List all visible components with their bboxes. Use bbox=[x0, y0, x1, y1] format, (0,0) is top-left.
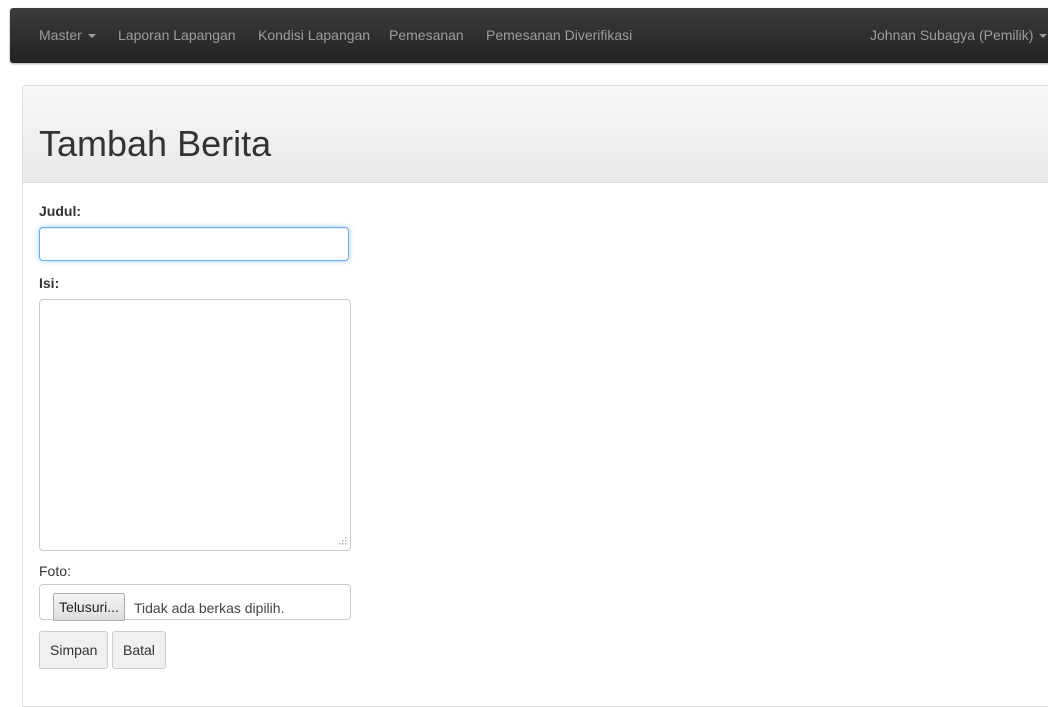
nav-item-pemesanan[interactable]: Pemesanan bbox=[389, 8, 464, 63]
foto-label: Foto: bbox=[39, 563, 71, 579]
user-menu[interactable]: Johnan Subagya (Pemilik) bbox=[870, 8, 1048, 63]
nav-item-pemesanan-diverifikasi[interactable]: Pemesanan Diverifikasi bbox=[486, 8, 632, 63]
foto-file-input[interactable]: Telusuri... Tidak ada berkas dipilih. bbox=[39, 584, 351, 621]
isi-label: Isi: bbox=[39, 275, 60, 291]
file-status: Tidak ada berkas dipilih. bbox=[134, 600, 285, 616]
top-navbar: Master Laporan Lapangan Kondisi Lapangan… bbox=[10, 8, 1048, 63]
browse-button[interactable]: Telusuri... bbox=[53, 593, 125, 621]
user-menu-label: Johnan Subagya (Pemilik) bbox=[870, 27, 1034, 43]
judul-input[interactable] bbox=[39, 227, 349, 261]
isi-textarea[interactable] bbox=[39, 299, 351, 551]
judul-label: Judul: bbox=[39, 203, 81, 219]
form-panel: Tambah Berita Judul: Isi: Foto: Telusuri… bbox=[22, 85, 1048, 707]
page-title: Tambah Berita bbox=[39, 123, 272, 164]
resize-handle-icon[interactable] bbox=[337, 537, 347, 547]
nav-item-kondisi-lapangan[interactable]: Kondisi Lapangan bbox=[258, 8, 370, 63]
save-button[interactable]: Simpan bbox=[39, 631, 109, 669]
nav-item-label: Master bbox=[39, 27, 82, 43]
cancel-button[interactable]: Batal bbox=[112, 631, 166, 669]
nav-item-laporan-lapangan[interactable]: Laporan Lapangan bbox=[118, 8, 236, 63]
caret-down-icon bbox=[87, 34, 96, 38]
caret-down-icon bbox=[1039, 34, 1048, 38]
nav-item-master[interactable]: Master bbox=[39, 8, 96, 63]
panel-heading: Tambah Berita bbox=[23, 86, 1048, 183]
